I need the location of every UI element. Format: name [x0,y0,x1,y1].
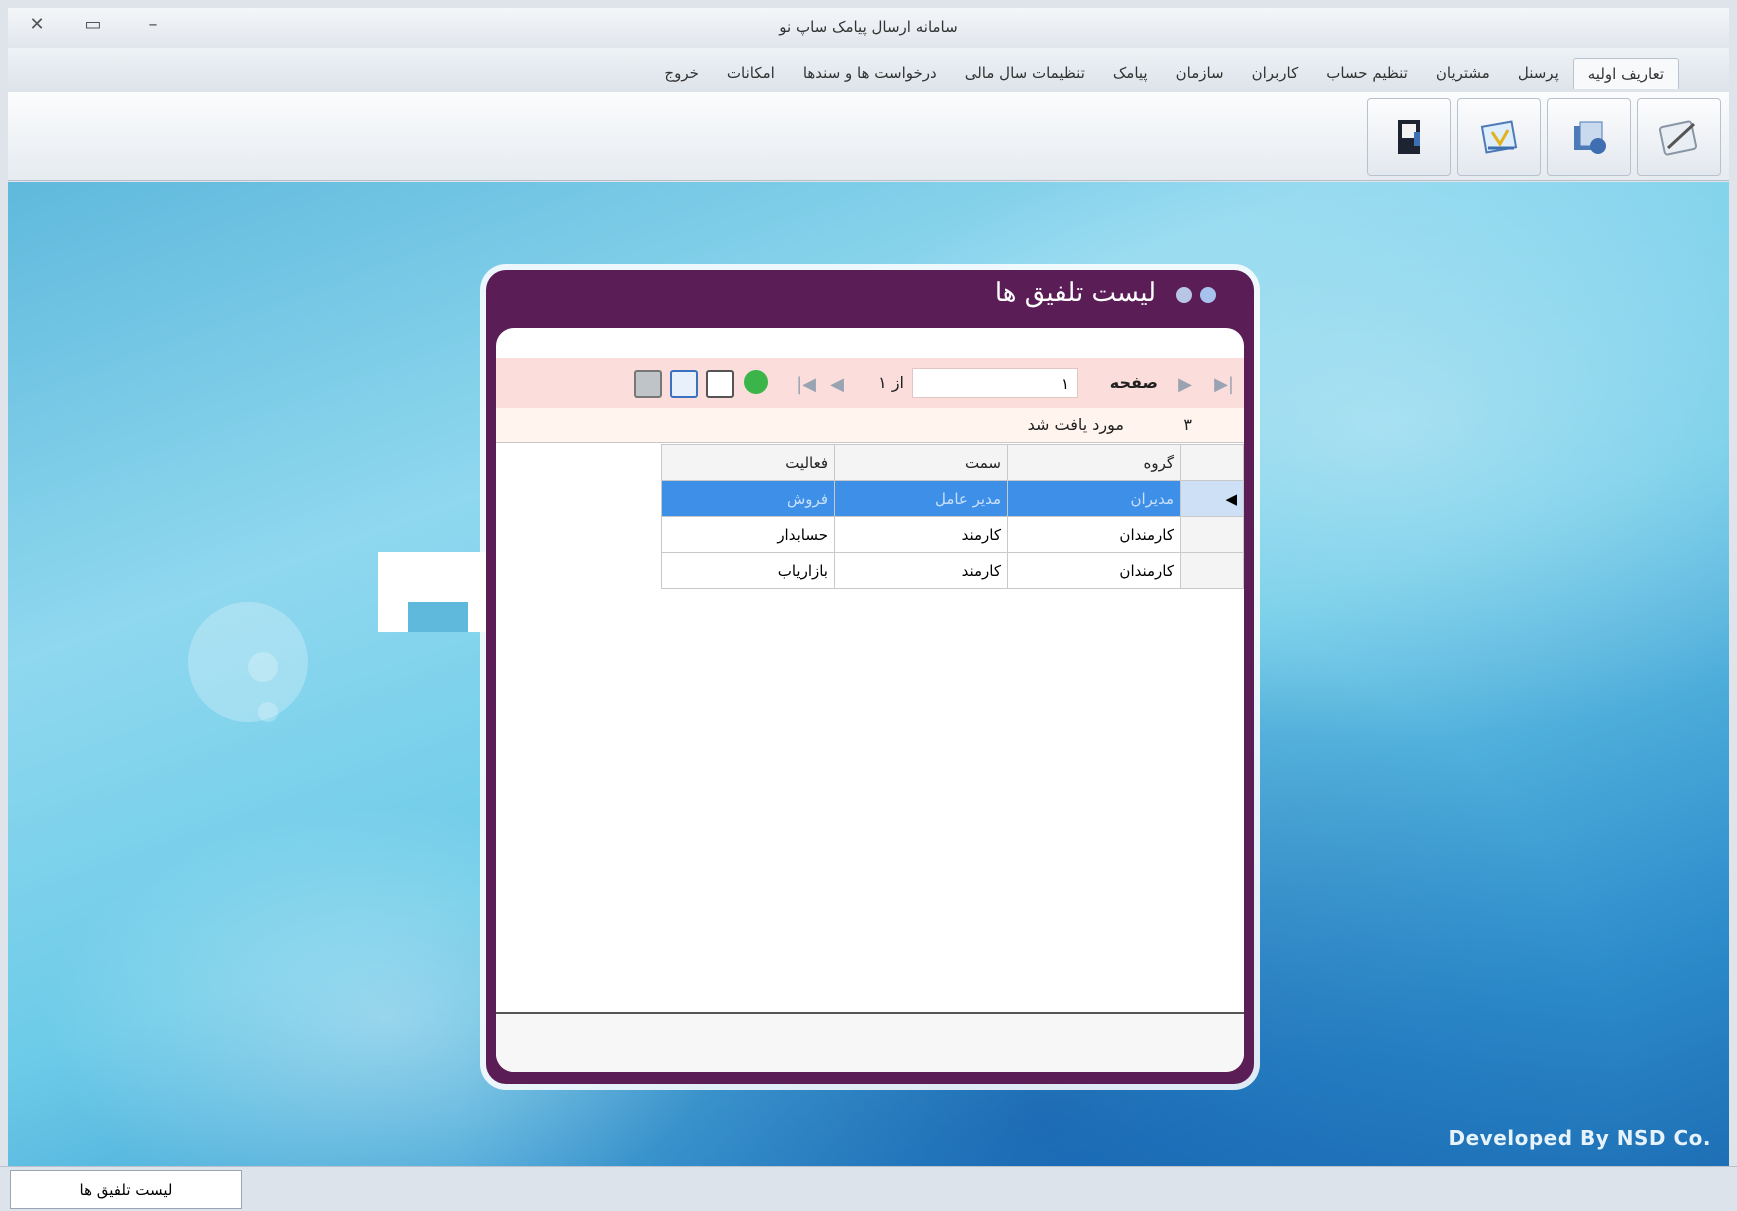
taskbar-item-consolidation-list[interactable]: لیست تلفیق ها [10,1170,242,1209]
cell-position[interactable]: کارمند [834,552,1008,589]
row-selector[interactable]: ◀ [1180,480,1244,517]
background-bubble [248,652,278,682]
grid-area: گروه سمت فعالیت ◀ مدیران مدیر عامل فروش … [496,442,1244,1014]
ribbon-toolbar [8,92,1729,181]
window-title: سامانه ارسال پیامک ساپ نو [779,18,958,36]
record-navigator: ▶| ▶ صفحه ۱ از ۱ ◀ |◀ [496,358,1244,409]
folder-ribbon-button[interactable] [1547,98,1631,176]
cell-position[interactable]: کارمند [834,516,1008,553]
previous-page-icon[interactable]: ◀ [830,374,844,395]
table-row[interactable]: کارمندان کارمند بازاریاب [661,552,1244,589]
tab-fiscal-year-settings[interactable]: تنظیمات سال مالی [951,58,1099,89]
column-header-position[interactable]: سمت [834,444,1008,481]
tab-exit[interactable]: خروج [650,58,712,89]
consolidation-list-dialog: لیست تلفیق ها ▶| ▶ صفحه ۱ از ۱ ◀ |◀ ۳ مو… [486,270,1254,1084]
table-row[interactable]: کارمندان کارمند حسابدار [661,516,1244,553]
column-header-activity[interactable]: فعالیت [661,444,835,481]
tab-account-settings[interactable]: تنظیم حساب [1312,58,1422,89]
notepad-ribbon-button[interactable] [1637,98,1721,176]
grid-header-row: گروه سمت فعالیت [661,444,1244,481]
row-selector[interactable] [1180,552,1244,589]
cell-activity[interactable]: فروش [661,480,835,517]
book-icon [1398,120,1420,154]
cell-group[interactable]: کارمندان [1007,552,1181,589]
tab-personnel[interactable]: پرسنل [1504,58,1573,89]
background-bubble [258,702,278,722]
column-header-group[interactable]: گروه [1007,444,1181,481]
cell-group[interactable]: کارمندان [1007,516,1181,553]
document-icon [1480,120,1518,154]
notepad-icon [1658,120,1698,156]
tab-tools[interactable]: امکانات [713,58,789,89]
dialog-content: ▶| ▶ صفحه ۱ از ۱ ◀ |◀ ۳ مورد یافت شد گرو… [496,328,1244,1072]
cell-group[interactable]: مدیران [1007,480,1181,517]
window-titlebar: ✕ ▭ – سامانه ارسال پیامک ساپ نو [8,8,1729,49]
dialog-minimize-button[interactable] [1200,287,1216,303]
tab-sms[interactable]: پیامک [1099,58,1162,89]
table-row[interactable]: ◀ مدیران مدیر عامل فروش [661,480,1244,517]
menu-tabs-bar: تعاریف اولیه پرسنل مشتریان تنظیم حساب کا… [8,48,1729,92]
tab-organization[interactable]: سازمان [1162,58,1238,89]
next-page-icon[interactable]: ▶ [1178,374,1192,395]
last-page-icon[interactable]: ▶| [1214,374,1234,395]
developer-credit: Developed By NSD Co. [1448,1126,1711,1150]
row-header-corner [1180,444,1244,481]
page-label: صفحه [1109,373,1158,392]
page-number-input[interactable]: ۱ [912,368,1078,398]
dialog-footer [496,1014,1244,1072]
folder-icon [1574,121,1606,154]
page-of-label: از ۱ [878,373,904,392]
result-count-label: مورد یافت شد [1027,415,1124,434]
menu-tabs: تعاریف اولیه پرسنل مشتریان تنظیم حساب کا… [650,58,1679,89]
first-page-icon[interactable]: |◀ [796,374,816,395]
cell-activity[interactable]: حسابدار [661,516,835,553]
delete-icon[interactable] [634,370,662,398]
row-selector[interactable] [1180,516,1244,553]
tab-users[interactable]: کاربران [1238,58,1313,89]
data-grid: گروه سمت فعالیت ◀ مدیران مدیر عامل فروش … [661,444,1244,589]
taskbar: لیست تلفیق ها [0,1166,1737,1211]
result-count-bar: ۳ مورد یافت شد [496,408,1244,443]
dialog-close-button[interactable] [1176,287,1192,303]
document-ribbon-button[interactable] [1457,98,1541,176]
result-count-number: ۳ [1183,415,1192,434]
add-icon[interactable] [744,370,768,394]
app-logo-shape-cutout [408,602,468,632]
tab-basic-definitions[interactable]: تعاریف اولیه [1572,58,1679,89]
book-ribbon-button[interactable] [1367,98,1451,176]
tab-requests-documents[interactable]: درخواست ها و سندها [789,58,951,89]
tab-customers[interactable]: مشتریان [1422,58,1504,89]
table-view-icon[interactable] [670,370,698,398]
edit-icon[interactable] [706,370,734,398]
cell-activity[interactable]: بازاریاب [661,552,835,589]
cell-position[interactable]: مدیر عامل [834,480,1008,517]
dialog-title: لیست تلفیق ها [994,278,1156,308]
